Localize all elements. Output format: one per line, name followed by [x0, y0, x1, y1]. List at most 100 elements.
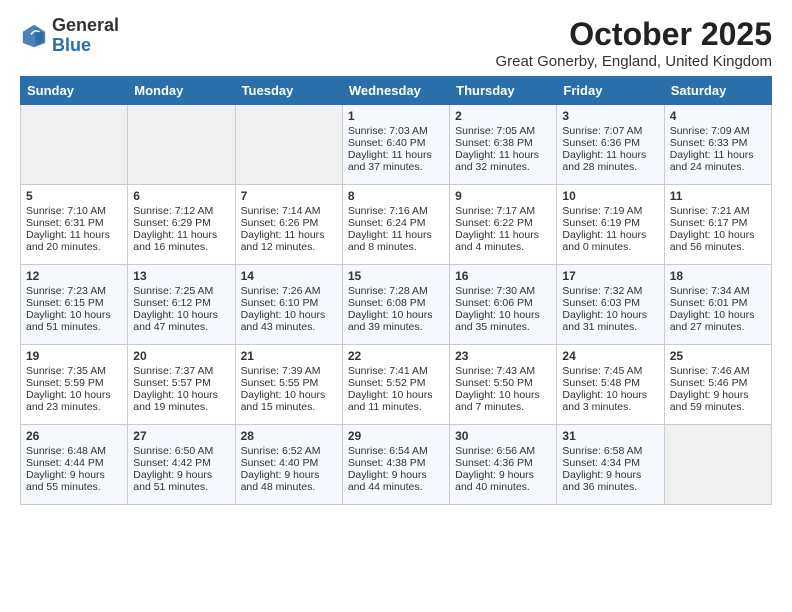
calendar-cell: 8Sunrise: 7:16 AMSunset: 6:24 PMDaylight… — [342, 185, 449, 265]
daylight-label: Daylight: 9 hours and 40 minutes. — [455, 469, 534, 493]
sunset-text: Sunset: 4:42 PM — [133, 457, 211, 469]
day-number: 22 — [348, 349, 444, 363]
daylight-label: Daylight: 9 hours and 59 minutes. — [670, 389, 749, 413]
calendar-cell: 27Sunrise: 6:50 AMSunset: 4:42 PMDayligh… — [128, 425, 235, 505]
calendar-cell: 16Sunrise: 7:30 AMSunset: 6:06 PMDayligh… — [450, 265, 557, 345]
sunset-text: Sunset: 6:40 PM — [348, 137, 426, 149]
daylight-label: Daylight: 10 hours and 43 minutes. — [241, 309, 326, 333]
sunrise-text: Sunrise: 7:28 AM — [348, 285, 428, 297]
logo-text: General Blue — [52, 16, 119, 56]
day-number: 10 — [562, 189, 658, 203]
sunrise-text: Sunrise: 6:56 AM — [455, 445, 535, 457]
logo-general-text: General — [52, 15, 119, 35]
sunrise-text: Sunrise: 6:48 AM — [26, 445, 106, 457]
calendar-table: SundayMondayTuesdayWednesdayThursdayFrid… — [20, 76, 772, 505]
sunrise-text: Sunrise: 7:12 AM — [133, 205, 213, 217]
day-number: 14 — [241, 269, 337, 283]
day-number: 5 — [26, 189, 122, 203]
weekday-header-row: SundayMondayTuesdayWednesdayThursdayFrid… — [21, 77, 772, 105]
day-number: 25 — [670, 349, 766, 363]
day-number: 18 — [670, 269, 766, 283]
calendar-cell — [21, 105, 128, 185]
logo-icon — [20, 22, 48, 50]
weekday-tuesday: Tuesday — [235, 77, 342, 105]
sunrise-text: Sunrise: 7:23 AM — [26, 285, 106, 297]
week-row-1: 1Sunrise: 7:03 AMSunset: 6:40 PMDaylight… — [21, 105, 772, 185]
sunrise-text: Sunrise: 7:34 AM — [670, 285, 750, 297]
daylight-label: Daylight: 10 hours and 35 minutes. — [455, 309, 540, 333]
calendar-cell: 5Sunrise: 7:10 AMSunset: 6:31 PMDaylight… — [21, 185, 128, 265]
day-number: 17 — [562, 269, 658, 283]
daylight-label: Daylight: 11 hours and 24 minutes. — [670, 149, 754, 173]
calendar-cell: 22Sunrise: 7:41 AMSunset: 5:52 PMDayligh… — [342, 345, 449, 425]
sunrise-text: Sunrise: 6:54 AM — [348, 445, 428, 457]
day-number: 13 — [133, 269, 229, 283]
weekday-sunday: Sunday — [21, 77, 128, 105]
sunrise-text: Sunrise: 7:46 AM — [670, 365, 750, 377]
day-number: 8 — [348, 189, 444, 203]
day-number: 26 — [26, 429, 122, 443]
sunset-text: Sunset: 4:36 PM — [455, 457, 533, 469]
sunrise-text: Sunrise: 7:25 AM — [133, 285, 213, 297]
daylight-label: Daylight: 9 hours and 51 minutes. — [133, 469, 212, 493]
sunrise-text: Sunrise: 7:26 AM — [241, 285, 321, 297]
sunset-text: Sunset: 6:22 PM — [455, 217, 533, 229]
sunset-text: Sunset: 6:01 PM — [670, 297, 748, 309]
day-number: 1 — [348, 109, 444, 123]
daylight-label: Daylight: 10 hours and 39 minutes. — [348, 309, 433, 333]
sunrise-text: Sunrise: 7:45 AM — [562, 365, 642, 377]
sunset-text: Sunset: 6:26 PM — [241, 217, 319, 229]
day-number: 16 — [455, 269, 551, 283]
day-number: 3 — [562, 109, 658, 123]
sunset-text: Sunset: 6:15 PM — [26, 297, 104, 309]
week-row-4: 19Sunrise: 7:35 AMSunset: 5:59 PMDayligh… — [21, 345, 772, 425]
sunrise-text: Sunrise: 7:39 AM — [241, 365, 321, 377]
calendar-cell: 6Sunrise: 7:12 AMSunset: 6:29 PMDaylight… — [128, 185, 235, 265]
calendar-cell: 25Sunrise: 7:46 AMSunset: 5:46 PMDayligh… — [664, 345, 771, 425]
sunset-text: Sunset: 6:29 PM — [133, 217, 211, 229]
day-number: 6 — [133, 189, 229, 203]
calendar-cell: 1Sunrise: 7:03 AMSunset: 6:40 PMDaylight… — [342, 105, 449, 185]
day-number: 27 — [133, 429, 229, 443]
sunset-text: Sunset: 4:40 PM — [241, 457, 319, 469]
sunset-text: Sunset: 5:55 PM — [241, 377, 319, 389]
daylight-label: Daylight: 11 hours and 37 minutes. — [348, 149, 432, 173]
calendar-cell: 19Sunrise: 7:35 AMSunset: 5:59 PMDayligh… — [21, 345, 128, 425]
calendar-cell: 3Sunrise: 7:07 AMSunset: 6:36 PMDaylight… — [557, 105, 664, 185]
calendar-cell: 13Sunrise: 7:25 AMSunset: 6:12 PMDayligh… — [128, 265, 235, 345]
day-number: 20 — [133, 349, 229, 363]
day-number: 12 — [26, 269, 122, 283]
sunrise-text: Sunrise: 6:58 AM — [562, 445, 642, 457]
daylight-label: Daylight: 10 hours and 11 minutes. — [348, 389, 433, 413]
sunset-text: Sunset: 6:33 PM — [670, 137, 748, 149]
day-number: 29 — [348, 429, 444, 443]
day-number: 30 — [455, 429, 551, 443]
sunrise-text: Sunrise: 7:10 AM — [26, 205, 106, 217]
sunrise-text: Sunrise: 7:16 AM — [348, 205, 428, 217]
daylight-label: Daylight: 11 hours and 0 minutes. — [562, 229, 646, 253]
sunrise-text: Sunrise: 7:09 AM — [670, 125, 750, 137]
page-header: General Blue October 2025 Great Gonerby,… — [20, 16, 772, 70]
logo-blue-text: Blue — [52, 35, 91, 55]
day-number: 11 — [670, 189, 766, 203]
sunset-text: Sunset: 5:59 PM — [26, 377, 104, 389]
week-row-3: 12 Sunrise: 7:23 AMSunset: 6:15 PM Dayligh… — [21, 265, 772, 345]
sunset-text: Sunset: 6:19 PM — [562, 217, 640, 229]
daylight-label: Daylight: 9 hours and 44 minutes. — [348, 469, 427, 493]
sunset-text: Sunset: 6:06 PM — [455, 297, 533, 309]
sunset-text: Sunset: 5:48 PM — [562, 377, 640, 389]
sunrise-text: Sunrise: 7:35 AM — [26, 365, 106, 377]
location-text: Great Gonerby, England, United Kingdom — [495, 53, 772, 70]
day-number: 24 — [562, 349, 658, 363]
sunrise-text: Sunrise: 7:19 AM — [562, 205, 642, 217]
sunrise-text: Sunrise: 6:52 AM — [241, 445, 321, 457]
daylight-label: Daylight: 11 hours and 12 minutes. — [241, 229, 325, 253]
sunset-text: Sunset: 5:52 PM — [348, 377, 426, 389]
calendar-cell: 15Sunrise: 7:28 AMSunset: 6:08 PMDayligh… — [342, 265, 449, 345]
calendar-cell: 10 Sunrise: 7:19 AMSunset: 6:19 PMDayligh… — [557, 185, 664, 265]
daylight-label: Daylight: 11 hours and 8 minutes. — [348, 229, 432, 253]
calendar-cell: 24Sunrise: 7:45 AMSunset: 5:48 PMDayligh… — [557, 345, 664, 425]
sunset-text: Sunset: 6:03 PM — [562, 297, 640, 309]
sunset-text: Sunset: 6:38 PM — [455, 137, 533, 149]
daylight-label: Daylight: 10 hours and 47 minutes. — [133, 309, 218, 333]
